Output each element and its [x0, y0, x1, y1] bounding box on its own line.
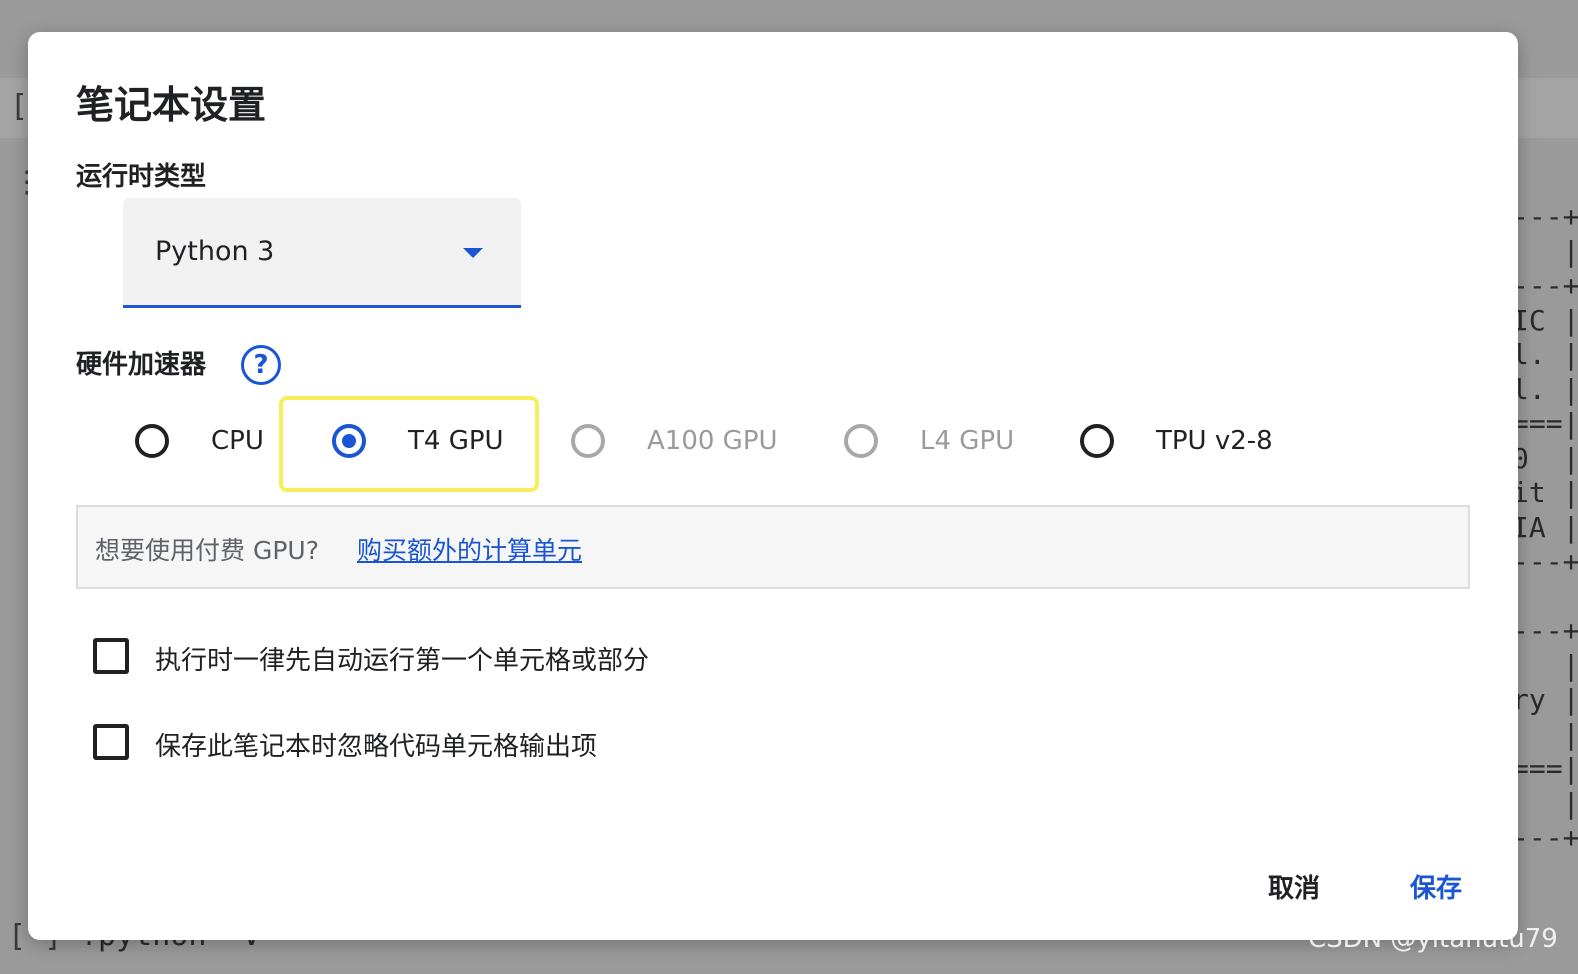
notebook-settings-dialog: 笔记本设置 运行时类型 Python 3 硬件加速器 ? CPU T4 GPU …	[28, 32, 1518, 940]
radio-label-l4-gpu: L4 GPU	[920, 426, 1015, 456]
runtime-type-select[interactable]: Python 3	[123, 198, 521, 308]
watermark: CSDN @yitahutu79	[1308, 924, 1558, 954]
omit-output-checkbox[interactable]	[93, 724, 129, 760]
runtime-type-label: 运行时类型	[76, 162, 207, 192]
dialog-title: 笔记本设置	[76, 83, 267, 127]
radio-selected-icon	[332, 424, 366, 458]
auto-run-first-cell-checkbox[interactable]	[93, 638, 129, 674]
save-button[interactable]: 保存	[1410, 868, 1462, 905]
radio-disabled-icon	[571, 424, 605, 458]
help-icon[interactable]: ?	[241, 345, 281, 385]
radio-label-tpu-v2-8: TPU v2-8	[1156, 426, 1273, 456]
radio-button-icon	[1080, 424, 1114, 458]
radio-button-icon	[135, 424, 169, 458]
omit-output-label: 保存此笔记本时忽略代码单元格输出项	[155, 732, 598, 762]
radio-disabled-icon	[844, 424, 878, 458]
runtime-type-value: Python 3	[155, 236, 275, 267]
radio-label-a100-gpu: A100 GPU	[647, 426, 778, 456]
radio-label-t4-gpu: T4 GPU	[408, 426, 504, 456]
background-terminal-output: ---+ | ---+ IC | l. | l. | ===| 0 | it |…	[1512, 200, 1578, 854]
radio-label-cpu: CPU	[211, 426, 264, 456]
hardware-accelerator-label: 硬件加速器	[76, 350, 207, 380]
paid-gpu-info-box: 想要使用付费 GPU? 购买额外的计算单元	[76, 505, 1470, 589]
dropdown-arrow-icon	[463, 248, 483, 258]
paid-gpu-prompt: 想要使用付费 GPU?	[95, 536, 319, 565]
cancel-button[interactable]: 取消	[1268, 868, 1320, 905]
background-cell-bracket: [	[10, 89, 29, 124]
auto-run-first-cell-label: 执行时一律先自动运行第一个单元格或部分	[155, 646, 650, 676]
buy-compute-units-link[interactable]: 购买额外的计算单元	[357, 531, 582, 567]
